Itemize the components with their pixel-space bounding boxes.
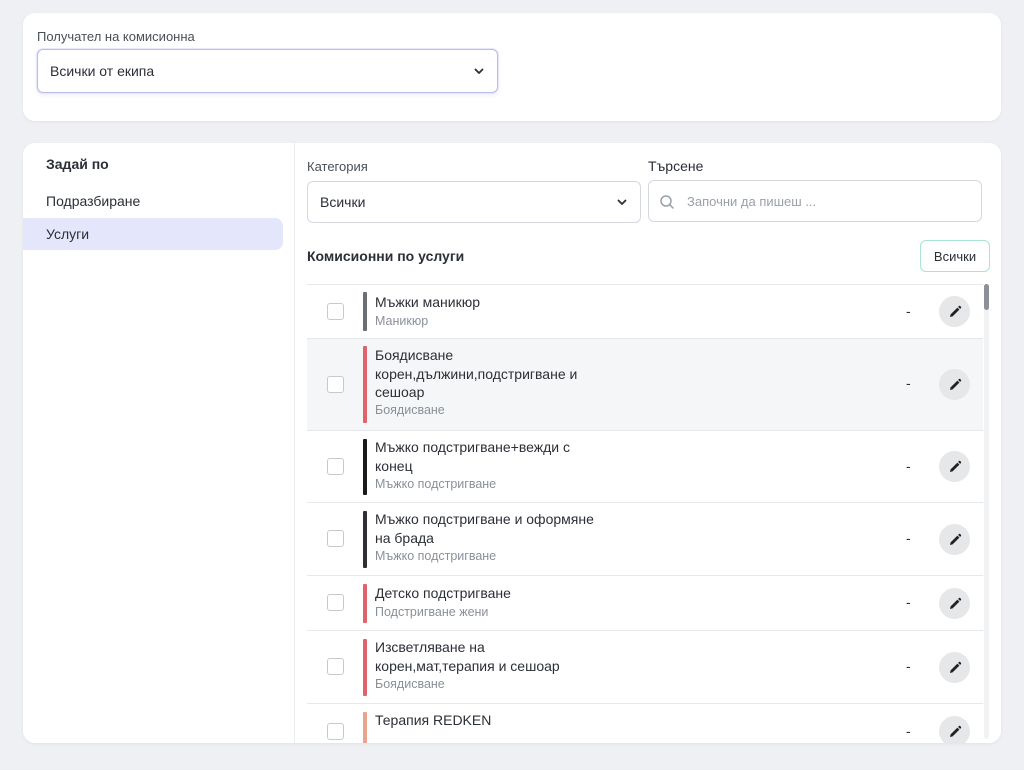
category-color-bar	[363, 511, 367, 568]
edit-button[interactable]	[939, 652, 970, 683]
edit-button[interactable]	[939, 588, 970, 619]
edit-button[interactable]	[939, 296, 970, 327]
search-icon	[660, 195, 674, 209]
category-color-bar	[363, 712, 367, 743]
list-item: Терапия REDKEN -	[307, 703, 983, 743]
list-item: Мъжки маникюр Маникюр -	[307, 284, 983, 338]
row-checkbox[interactable]	[327, 723, 344, 740]
search-box	[648, 180, 982, 222]
commission-settings-card: Задай по Подразбиране Услуги Категория В…	[23, 143, 1001, 743]
recipient-label: Получател на комисионна	[37, 29, 195, 44]
row-checkbox[interactable]	[327, 658, 344, 675]
all-button[interactable]: Всички	[920, 240, 990, 272]
service-category: Мъжко подстригване	[375, 549, 497, 563]
category-color-bar	[363, 346, 367, 423]
category-label: Категория	[307, 159, 368, 174]
category-color-bar	[363, 639, 367, 696]
pencil-icon	[949, 725, 961, 737]
commission-value: -	[906, 594, 911, 610]
list-item: Мъжко подстригване и оформяне на брада М…	[307, 502, 983, 575]
commission-value: -	[906, 723, 911, 739]
list-item: Изсветляване на корен,мат,терапия и сешо…	[307, 630, 983, 703]
scrollbar-track[interactable]	[984, 284, 989, 739]
category-select[interactable]: Всички	[307, 181, 641, 223]
sidebar-title: Задай по	[46, 156, 109, 172]
set-by-sidebar: Задай по Подразбиране Услуги	[23, 143, 295, 743]
scrollbar-thumb[interactable]	[984, 284, 989, 310]
edit-button[interactable]	[939, 524, 970, 555]
pencil-icon	[949, 533, 961, 545]
recipient-card: Получател на комисионна Всички от екипа	[23, 13, 1001, 121]
service-name: Изсветляване на корен,мат,терапия и сешо…	[375, 639, 560, 674]
search-label: Търсене	[648, 158, 704, 174]
search-input[interactable]	[687, 193, 967, 209]
edit-button[interactable]	[939, 716, 970, 743]
sidebar-item-services[interactable]: Услуги	[23, 218, 283, 250]
commission-value: -	[906, 458, 911, 474]
category-select-value: Всички	[320, 194, 366, 210]
service-name: Боядисване корен,дължини,подстригване и …	[375, 347, 578, 400]
services-section-title: Комисионни по услуги	[307, 248, 465, 264]
category-color-bar	[363, 584, 367, 623]
commission-value: -	[906, 303, 911, 319]
pencil-icon	[949, 661, 961, 673]
service-name: Мъжки маникюр	[375, 294, 480, 310]
list-item: Мъжко подстригване+вежди с конец Мъжко п…	[307, 430, 983, 502]
services-list: Мъжки маникюр Маникюр - Боядисване корен…	[307, 284, 983, 743]
row-checkbox[interactable]	[327, 594, 344, 611]
service-name: Детско подстригване	[375, 585, 511, 601]
service-category: Боядисване	[375, 403, 445, 417]
pencil-icon	[949, 378, 961, 390]
service-name: Мъжко подстригване+вежди с конец	[375, 439, 571, 474]
service-category: Мъжко подстригване	[375, 477, 497, 491]
row-checkbox[interactable]	[327, 376, 344, 393]
list-item: Боядисване корен,дължини,подстригване и …	[307, 338, 983, 430]
service-category: Подстригване жени	[375, 605, 489, 619]
chevron-down-icon	[617, 199, 627, 205]
commission-value: -	[906, 375, 911, 391]
service-name: Мъжко подстригване и оформяне на брада	[375, 511, 594, 546]
category-color-bar	[363, 439, 367, 495]
pencil-icon	[949, 597, 961, 609]
category-color-bar	[363, 292, 367, 331]
chevron-down-icon	[474, 68, 484, 74]
row-checkbox[interactable]	[327, 458, 344, 475]
commission-value: -	[906, 658, 911, 674]
recipient-select-value: Всички от екипа	[50, 63, 155, 79]
row-checkbox[interactable]	[327, 530, 344, 547]
commission-value: -	[906, 530, 911, 546]
row-checkbox[interactable]	[327, 303, 344, 320]
sidebar-item-label: Подразбиране	[46, 193, 141, 209]
edit-button[interactable]	[939, 369, 970, 400]
pencil-icon	[949, 305, 961, 317]
sidebar-item-label: Услуги	[46, 226, 90, 242]
service-category: Боядисване	[375, 677, 445, 691]
recipient-select[interactable]: Всички от екипа	[37, 49, 498, 93]
service-category: Маникюр	[375, 314, 429, 328]
pencil-icon	[949, 460, 961, 472]
service-name: Терапия REDKEN	[375, 712, 492, 728]
sidebar-item-default[interactable]: Подразбиране	[23, 185, 283, 217]
list-item: Детско подстригване Подстригване жени -	[307, 575, 983, 630]
edit-button[interactable]	[939, 451, 970, 482]
